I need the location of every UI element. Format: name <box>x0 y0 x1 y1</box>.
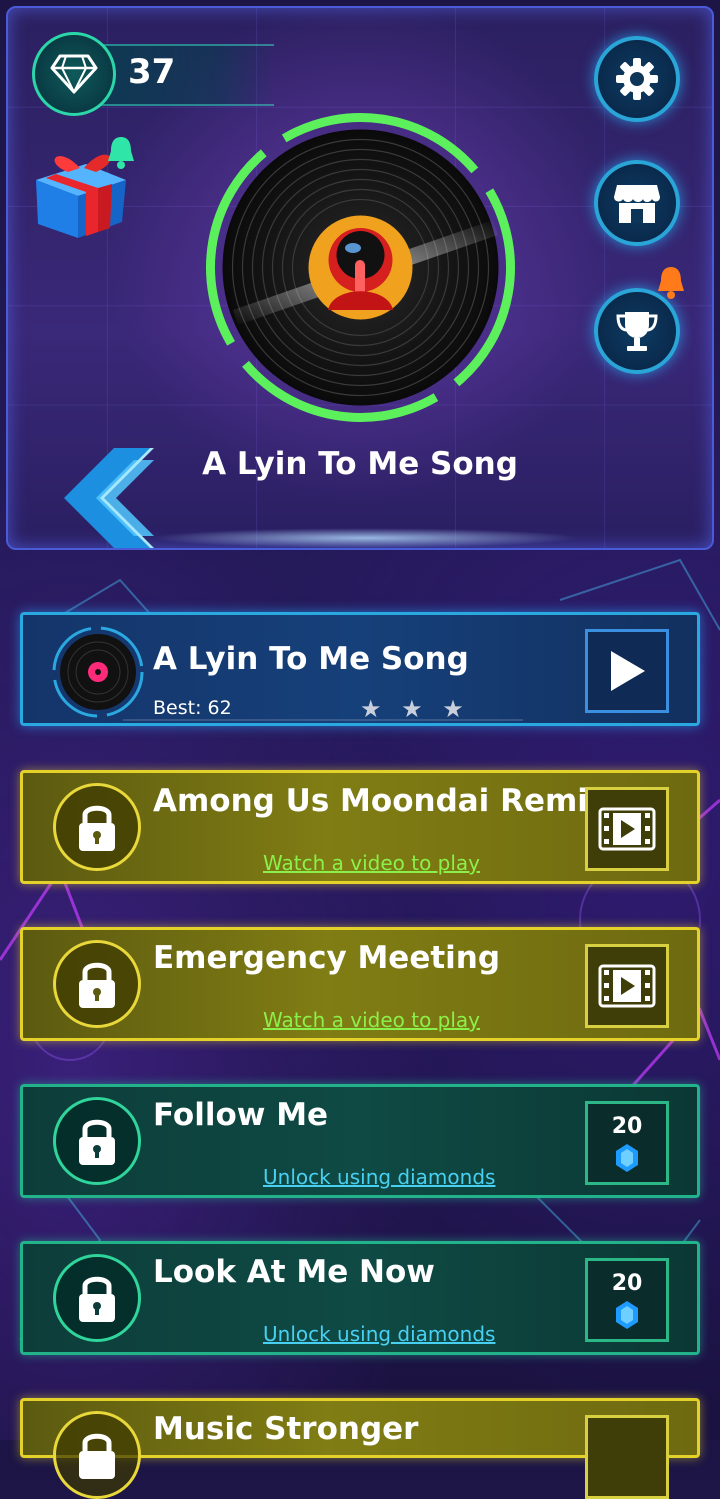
song-row-locked-video[interactable]: Emergency Meeting Watch a video to play <box>20 927 700 1041</box>
song-disc <box>51 625 145 719</box>
lock-badge <box>53 940 141 1028</box>
diamond-counter: 37 <box>32 32 274 116</box>
diamond-count: 37 <box>128 52 176 92</box>
panel-glow <box>150 528 580 548</box>
vinyl-record[interactable] <box>203 110 518 425</box>
shop-button[interactable] <box>594 160 680 246</box>
video-icon <box>598 964 656 1008</box>
diamond-cost: 20 <box>611 1113 643 1139</box>
song-title: Music Stronger <box>153 1411 419 1447</box>
chevron-left-icon <box>64 448 154 548</box>
song-title: Follow Me <box>153 1097 329 1133</box>
diamond-icon <box>616 1143 638 1172</box>
song-title: Look At Me Now <box>153 1254 435 1290</box>
lock-badge <box>53 1254 141 1342</box>
unlock-hint[interactable]: Unlock using diamonds <box>263 1165 495 1189</box>
lock-badge <box>53 783 141 871</box>
vinyl-disc-icon <box>52 626 144 718</box>
play-icon <box>611 651 645 691</box>
lock-icon <box>79 1276 115 1322</box>
best-score: Best: 62 <box>153 697 232 719</box>
unlock-diamonds-button[interactable]: 20 <box>585 1258 669 1342</box>
unlock-diamonds-button[interactable]: 20 <box>585 1101 669 1185</box>
diamond-icon <box>50 54 98 94</box>
diamond-cost: 20 <box>611 1270 643 1296</box>
watch-video-button[interactable] <box>585 787 669 871</box>
lock-icon <box>79 805 115 851</box>
diamond-badge <box>32 32 116 116</box>
daily-gift-button[interactable] <box>28 134 138 244</box>
video-icon <box>598 807 656 851</box>
gear-icon <box>616 58 658 100</box>
unlock-hint[interactable]: Watch a video to play <box>263 1008 480 1032</box>
song-title: Among Us Moondai Remix <box>153 783 608 819</box>
play-button[interactable] <box>585 629 669 713</box>
shop-icon <box>614 185 660 223</box>
unlock-hint[interactable]: Unlock using diamonds <box>263 1322 495 1346</box>
song-title: A Lyin To Me Song <box>153 641 469 677</box>
lock-badge <box>53 1097 141 1185</box>
leaderboard-button[interactable] <box>594 288 680 374</box>
song-row-locked-diamonds[interactable]: Follow Me Unlock using diamonds 20 <box>20 1084 700 1198</box>
row-divider <box>123 719 523 721</box>
back-button[interactable] <box>54 446 164 550</box>
lock-icon <box>79 962 115 1008</box>
trophy-icon <box>616 312 658 351</box>
lock-icon <box>79 1119 115 1165</box>
lock-icon <box>79 1433 115 1479</box>
song-row-locked-video[interactable]: Among Us Moondai Remix Watch a video to … <box>20 770 700 884</box>
song-title: Emergency Meeting <box>153 940 501 976</box>
song-row-locked-diamonds[interactable]: Look At Me Now Unlock using diamonds 20 <box>20 1241 700 1355</box>
vinyl-disc-icon <box>206 113 515 422</box>
lock-badge <box>53 1411 141 1499</box>
settings-button[interactable] <box>594 36 680 122</box>
notification-bell-icon <box>108 137 134 169</box>
watch-video-button[interactable] <box>585 1415 669 1499</box>
unlock-hint[interactable]: Watch a video to play <box>263 851 480 875</box>
notification-bell-icon <box>658 267 684 299</box>
diamond-icon <box>616 1300 638 1329</box>
song-row-active[interactable]: A Lyin To Me Song Best: 62 ★ ★ ★ <box>20 612 700 726</box>
watch-video-button[interactable] <box>585 944 669 1028</box>
song-row-locked-video[interactable]: Music Stronger <box>20 1398 700 1499</box>
